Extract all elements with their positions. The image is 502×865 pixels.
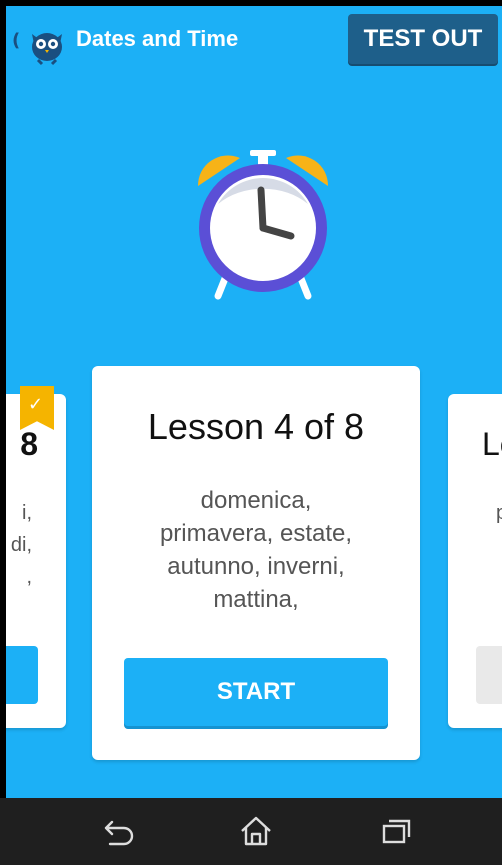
word-fragment: , bbox=[26, 566, 32, 588]
lesson-title-fragment: Le bbox=[482, 426, 502, 462]
test-out-button[interactable]: TEST OUT bbox=[348, 14, 498, 64]
lesson-words: domenica, primavera, estate, autunno, in… bbox=[112, 484, 400, 616]
lesson-word-line: domenica, bbox=[200, 487, 312, 514]
page-title: Dates and Time bbox=[76, 26, 239, 51]
lesson-card-current: Lesson 4 of 8 domenica, primavera, estat… bbox=[92, 366, 420, 760]
word-fragment: i, bbox=[22, 502, 32, 524]
previous-card-button[interactable] bbox=[6, 646, 38, 704]
system-nav-bar bbox=[0, 798, 502, 865]
lesson-number-fragment: 8 bbox=[20, 426, 38, 462]
start-button[interactable]: START bbox=[124, 658, 388, 726]
lesson-title: Lesson 4 of 8 bbox=[147, 406, 365, 447]
lesson-card-next[interactable]: Le p bbox=[448, 394, 502, 728]
back-arrow-icon[interactable] bbox=[98, 814, 138, 848]
word-fragment: p bbox=[496, 502, 502, 524]
alarm-clock-icon bbox=[197, 150, 329, 300]
lesson-card-previous[interactable]: ✓ 8 i, di, , bbox=[6, 386, 66, 728]
word-fragment: di, bbox=[10, 534, 32, 556]
app-screen: ( Dates and Time TEST OUT ✓ 8 i, di, , L… bbox=[6, 6, 502, 798]
home-icon[interactable] bbox=[236, 814, 276, 848]
lesson-word-line: autunno, inverni, bbox=[167, 553, 345, 580]
completed-ribbon: ✓ bbox=[20, 386, 54, 430]
next-card-button[interactable] bbox=[476, 646, 502, 704]
checkmark-icon: ✓ bbox=[28, 394, 44, 415]
recent-apps-icon[interactable] bbox=[376, 814, 416, 848]
back-chevron-icon[interactable]: ( bbox=[12, 30, 20, 51]
lesson-word-line: primavera, estate, bbox=[159, 520, 353, 547]
lesson-word-line: mattina, bbox=[213, 586, 299, 613]
owl-icon[interactable] bbox=[24, 20, 70, 66]
